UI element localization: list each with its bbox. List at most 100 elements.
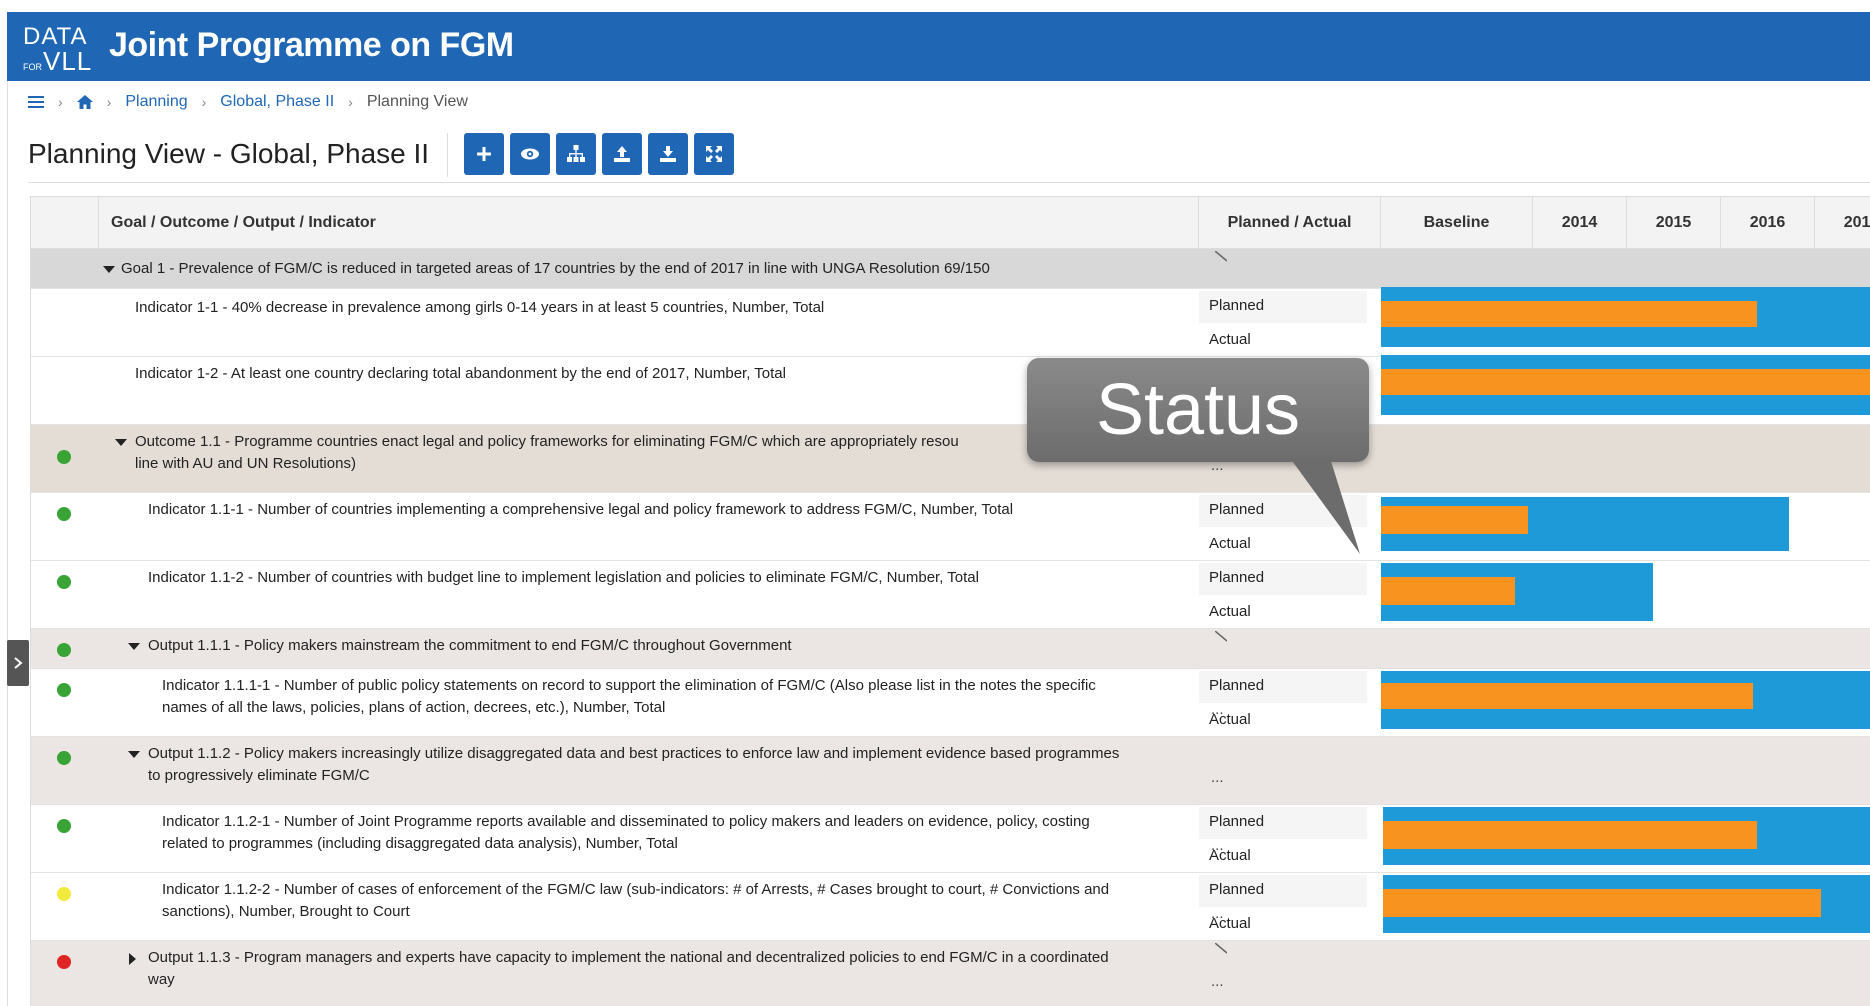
- download-icon: [660, 146, 676, 162]
- output-row[interactable]: Output 1.1.2 - Policy makers increasingl…: [31, 737, 1870, 805]
- outcome-row[interactable]: Outcome 1.1 - Programme countries enact …: [31, 425, 1870, 493]
- breadcrumb-global-phase[interactable]: Global, Phase II: [220, 93, 334, 111]
- more-ellipsis[interactable]: ...: [1211, 769, 1224, 786]
- toolbar: [447, 133, 734, 177]
- expand-caret-icon[interactable]: [129, 953, 136, 965]
- planned-label: Planned: [1209, 569, 1265, 586]
- header-year-2014[interactable]: 2014: [1533, 197, 1627, 249]
- hamburger-menu-icon[interactable]: [28, 95, 44, 109]
- chevron-right-icon: [14, 657, 23, 669]
- actual-label: Actual: [1209, 711, 1251, 728]
- output-row[interactable]: Output 1.1.1 - Policy makers mainstream …: [31, 629, 1870, 669]
- page-title: Planning View - Global, Phase II: [28, 138, 430, 169]
- header-goal-column[interactable]: Goal / Outcome / Output / Indicator: [99, 197, 1199, 249]
- output-row[interactable]: Output 1.1.3 - Program managers and expe…: [31, 941, 1870, 1006]
- planned-label: Planned: [1209, 297, 1265, 314]
- status-dot-green: [57, 819, 71, 833]
- status-dot-green: [57, 450, 71, 464]
- fullscreen-button[interactable]: [694, 133, 734, 175]
- indicator-text: Indicator 1.1-1 - Number of countries im…: [148, 501, 1014, 518]
- goal-text: Goal 1 - Prevalence of FGM/C is reduced …: [121, 260, 990, 277]
- actual-label: Actual: [1209, 331, 1251, 348]
- header-year-2015[interactable]: 2015: [1627, 197, 1721, 249]
- callout-pointer: [1290, 458, 1360, 554]
- upload-button[interactable]: [602, 133, 642, 175]
- plus-icon: [477, 147, 491, 161]
- grid-header: Goal / Outcome / Output / Indicator Plan…: [31, 197, 1870, 249]
- download-button[interactable]: [648, 133, 688, 175]
- svg-text:VLL: VLL: [43, 46, 92, 74]
- side-panel-toggle[interactable]: [7, 640, 29, 686]
- actual-bar[interactable]: [1383, 821, 1757, 849]
- planned-actual-cell: Planned Actual: [1199, 561, 1369, 629]
- breadcrumb-separator-icon: ›: [348, 94, 353, 110]
- outcome-text-line1: Outcome 1.1 - Programme countries enact …: [135, 433, 959, 450]
- resize-corner-icon: [1215, 943, 1227, 954]
- actual-bar[interactable]: [1381, 683, 1753, 709]
- header-year-2017[interactable]: 2017: [1815, 197, 1870, 249]
- data-for-all-logo[interactable]: DATA FOR VLL: [21, 20, 99, 76]
- indicator-text: Indicator 1-2 - At least one country dec…: [135, 365, 786, 382]
- status-dot-red: [57, 955, 71, 969]
- output-text: Output 1.1.1 - Policy makers mainstream …: [148, 637, 792, 654]
- header-baseline[interactable]: Baseline: [1381, 197, 1533, 249]
- top-bar: DATA FOR VLL Joint Programme on FGM: [7, 12, 1870, 81]
- output-text-line1: Output 1.1.3 - Program managers and expe…: [148, 949, 1109, 966]
- planned-actual-cell: Planned Actual: [1199, 873, 1369, 941]
- status-dot-green: [57, 575, 71, 589]
- more-ellipsis[interactable]: ...: [1211, 973, 1224, 990]
- actual-bar[interactable]: [1381, 369, 1870, 395]
- goal-row[interactable]: Goal 1 - Prevalence of FGM/C is reduced …: [31, 249, 1870, 289]
- breadcrumb-separator-icon: ›: [201, 94, 207, 110]
- status-dot-yellow: [57, 887, 71, 901]
- indicator-text-line1: Indicator 1.1.2-1 - Number of Joint Prog…: [162, 813, 1090, 830]
- planned-actual-cell: Planned Actual: [1199, 805, 1369, 873]
- actual-label: Actual: [1209, 603, 1251, 620]
- actual-bar[interactable]: [1383, 889, 1821, 917]
- status-dot-green: [57, 507, 71, 521]
- svg-text:FOR: FOR: [23, 62, 42, 72]
- breadcrumb-current: Planning View: [366, 93, 468, 110]
- header-year-2016[interactable]: 2016: [1721, 197, 1815, 249]
- actual-bar[interactable]: [1381, 577, 1515, 605]
- breadcrumb-planning[interactable]: Planning: [125, 93, 187, 111]
- indicator-text-line1: Indicator 1.1.1-1 - Number of public pol…: [162, 677, 1096, 694]
- status-dot-green: [57, 683, 71, 697]
- planned-label: Planned: [1209, 677, 1265, 694]
- indicator-text-line2: related to programmes (including disaggr…: [162, 835, 678, 852]
- eye-icon: [521, 148, 539, 160]
- planned-actual-cell: Planned Actual: [1199, 669, 1369, 737]
- resize-corner-icon: [1215, 251, 1227, 262]
- planned-actual-cell: Planned Actual: [1199, 289, 1369, 357]
- planned-label: Planned: [1209, 813, 1265, 830]
- resize-corner-icon: [1215, 631, 1227, 642]
- upload-icon: [614, 146, 630, 162]
- breadcrumb-separator-icon: ›: [58, 94, 63, 110]
- status-callout: Status: [1027, 358, 1369, 462]
- planned-label: Planned: [1209, 881, 1265, 898]
- output-text-line1: Output 1.1.2 - Policy makers increasingl…: [148, 745, 1120, 762]
- actual-label: Actual: [1209, 847, 1251, 864]
- add-button[interactable]: [464, 133, 504, 175]
- collapse-caret-icon[interactable]: [128, 751, 140, 758]
- collapse-caret-icon[interactable]: [115, 439, 127, 446]
- collapse-caret-icon[interactable]: [128, 643, 140, 650]
- status-dot-green: [57, 643, 71, 657]
- collapse-caret-icon[interactable]: [103, 266, 115, 273]
- planning-grid: Goal / Outcome / Output / Indicator Plan…: [30, 196, 1870, 1006]
- app-title: Joint Programme on FGM: [109, 26, 514, 64]
- hierarchy-button[interactable]: [556, 133, 596, 175]
- indicator-text-line1: Indicator 1.1.2-2 - Number of cases of e…: [162, 881, 1110, 898]
- indicator-text-line2: sanctions), Number, Brought to Court: [162, 903, 410, 920]
- header-planned-actual[interactable]: Planned / Actual: [1199, 197, 1381, 249]
- home-icon[interactable]: [76, 95, 93, 109]
- indicator-text-line2: names of all the laws, policies, plans o…: [162, 699, 666, 716]
- status-dot-green: [57, 751, 71, 765]
- expand-icon: [706, 146, 722, 162]
- view-button[interactable]: [510, 133, 550, 175]
- callout-text: Status: [1095, 370, 1301, 450]
- output-text-line2: to progressively eliminate FGM/C: [148, 767, 370, 784]
- actual-bar[interactable]: [1381, 506, 1528, 534]
- indicator-text: Indicator 1.1-2 - Number of countries wi…: [148, 569, 979, 586]
- actual-bar[interactable]: [1381, 301, 1757, 327]
